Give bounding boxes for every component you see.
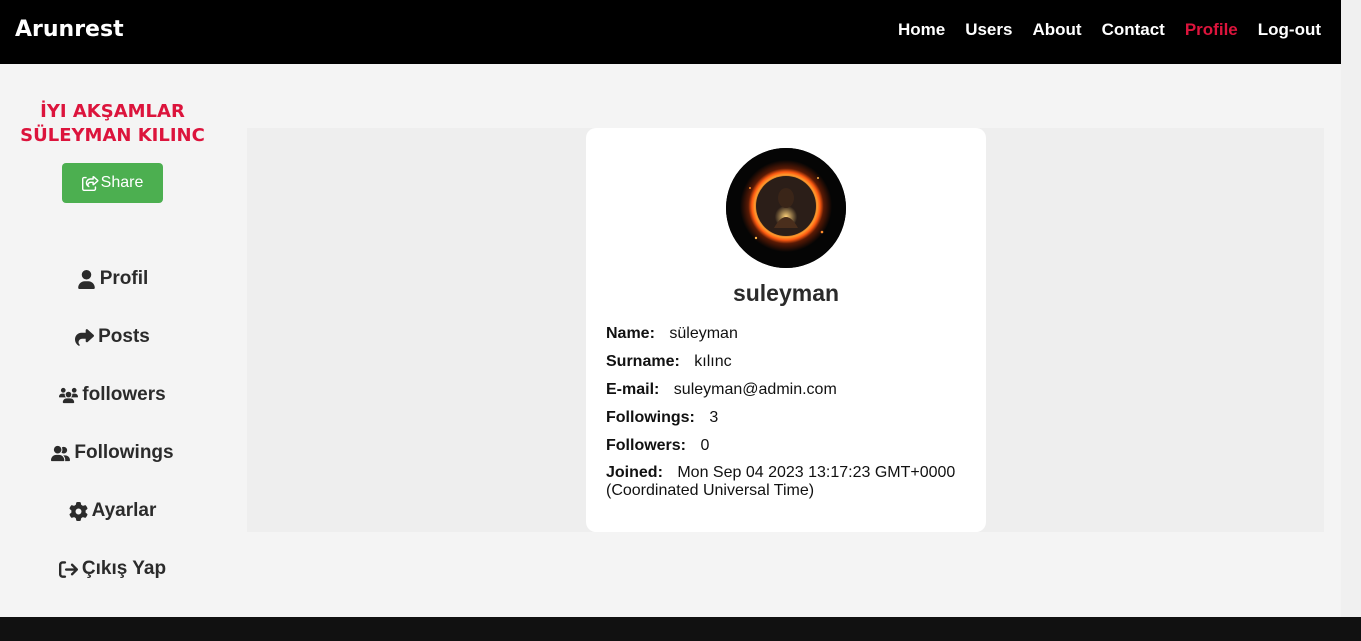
page-body: İYI AKŞAMLAR SÜLEYMAN KILINC Share Profi…	[0, 64, 1341, 617]
avatar-image	[726, 148, 846, 268]
profile-info: Name: süleyman Surname: kılınc E-mail: s…	[606, 324, 971, 500]
nav-links: Home Users About Contact Profile Log-out	[878, 20, 1321, 40]
share-icon	[81, 175, 99, 191]
greeting-line-2: SÜLEYMAN KILINC	[20, 125, 205, 146]
sidebar-item-ayarlar[interactable]: Ayarlar	[0, 482, 225, 540]
sidebar-item-label: Çıkış Yap	[81, 558, 167, 579]
share-arrow-icon	[75, 328, 95, 346]
info-row-followers: Followers: 0	[606, 436, 971, 464]
sidebar-item-label: Ayarlar	[91, 500, 157, 521]
sign-out-icon	[58, 560, 78, 578]
info-label: Followings:	[606, 409, 695, 426]
profile-card: suleyman Name: süleyman Surname: kılınc …	[586, 128, 986, 532]
info-label: Followers:	[606, 437, 687, 454]
nav-contact-link[interactable]: Contact	[1102, 20, 1165, 40]
sidebar-item-label: Profil	[99, 268, 149, 289]
share-button-label: Share	[100, 174, 144, 191]
users-group-icon	[59, 387, 79, 403]
greeting-line-1: İYI AKŞAMLAR	[40, 101, 185, 122]
gear-icon	[69, 501, 88, 521]
info-label: Joined:	[606, 464, 663, 481]
info-label: E-mail:	[606, 381, 660, 398]
sidebar-item-followings[interactable]: Followings	[0, 424, 225, 482]
share-button[interactable]: Share	[62, 163, 163, 203]
info-row-followings: Followings: 3	[606, 408, 971, 436]
brand-logo[interactable]: Arunrest	[15, 17, 124, 42]
info-row-email: E-mail: suleyman@admin.com	[606, 380, 971, 408]
profile-username: suleyman	[732, 280, 840, 306]
info-value: kılınc	[694, 353, 732, 370]
info-value: 0	[700, 437, 710, 454]
nav-users-link[interactable]: Users	[965, 20, 1012, 40]
info-value: suleyman@admin.com	[673, 381, 837, 398]
info-label: Surname:	[606, 353, 680, 370]
sidebar-item-label: Posts	[98, 326, 150, 347]
greeting-text: İYI AKŞAMLAR SÜLEYMAN KILINC	[0, 100, 225, 148]
nav-home-link[interactable]: Home	[898, 20, 945, 40]
sidebar-item-followers[interactable]: followers	[0, 366, 225, 424]
nav-about-link[interactable]: About	[1032, 20, 1081, 40]
info-value: süleyman	[669, 325, 738, 342]
sidebar-item-cikis[interactable]: Çıkış Yap	[0, 540, 225, 598]
sidebar-item-posts[interactable]: Posts	[0, 308, 225, 366]
user-icon	[77, 269, 95, 289]
info-value: 3	[709, 409, 719, 426]
sidebar-item-profil[interactable]: Profil	[0, 250, 225, 308]
sidebar: İYI AKŞAMLAR SÜLEYMAN KILINC Share Profi…	[0, 64, 225, 617]
top-navbar: Arunrest Home Users About Contact Profil…	[0, 0, 1341, 64]
info-row-name: Name: süleyman	[606, 324, 971, 352]
sidebar-item-label: Followings	[74, 442, 174, 463]
info-label: Name:	[606, 325, 655, 342]
avatar	[726, 148, 846, 268]
user-friends-icon	[51, 445, 71, 461]
info-row-joined: Joined: Mon Sep 04 2023 13:17:23 GMT+000…	[606, 464, 971, 500]
main-content: suleyman Name: süleyman Surname: kılınc …	[247, 128, 1324, 532]
sidebar-item-label: followers	[82, 384, 166, 405]
info-row-surname: Surname: kılınc	[606, 352, 971, 380]
page-scrollbar[interactable]	[1341, 0, 1361, 617]
nav-profile-link[interactable]: Profile	[1185, 20, 1238, 40]
nav-logout-link[interactable]: Log-out	[1258, 20, 1321, 40]
sidebar-menu: Profil Posts followers Followings Ayarla…	[0, 250, 225, 598]
